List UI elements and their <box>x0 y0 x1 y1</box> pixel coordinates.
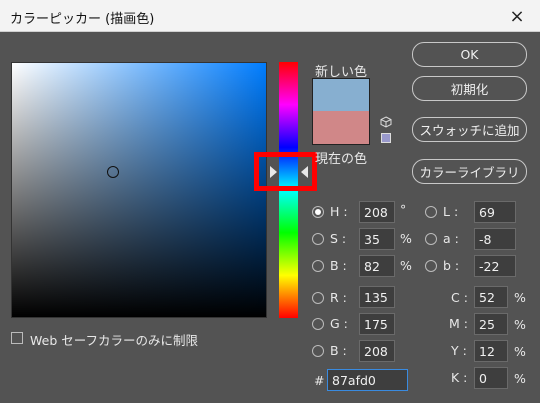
a-input[interactable]: -8 <box>474 228 516 250</box>
b-rgb-input[interactable]: 208 <box>359 340 395 362</box>
window-title: カラーピッカー (描画色) <box>10 12 155 27</box>
s-label: S : <box>330 231 347 246</box>
color-library-button[interactable]: カラーライブラリ <box>412 159 527 184</box>
c-unit: % <box>514 290 526 305</box>
color-picker-cursor[interactable] <box>107 166 119 178</box>
y-label: Y : <box>451 343 467 358</box>
close-icon[interactable]: × <box>494 0 540 32</box>
hex-label: # <box>314 373 325 388</box>
m-unit: % <box>514 317 526 332</box>
b-hsb-unit: % <box>400 258 412 273</box>
r-input[interactable]: 135 <box>359 286 395 308</box>
a-radio[interactable] <box>425 233 437 245</box>
l-label: L : <box>443 204 459 219</box>
k-input[interactable]: 0 <box>474 367 508 389</box>
hex-input[interactable]: 87afd0 <box>327 369 408 391</box>
h-radio[interactable] <box>312 206 324 218</box>
b-hsb-label: B : <box>330 258 347 273</box>
b-lab-input[interactable]: -22 <box>474 255 516 277</box>
reset-button[interactable]: 初期化 <box>412 76 527 101</box>
b-rgb-radio[interactable] <box>312 345 324 357</box>
hue-slider-right-arrow-icon[interactable] <box>301 166 308 178</box>
color-field[interactable] <box>11 62 267 318</box>
y-input[interactable]: 12 <box>474 340 508 362</box>
l-input[interactable]: 69 <box>474 201 516 223</box>
c-input[interactable]: 52 <box>474 286 508 308</box>
cube-icon[interactable] <box>380 116 392 128</box>
c-label: C : <box>451 290 468 305</box>
r-label: R : <box>330 290 347 305</box>
s-radio[interactable] <box>312 233 324 245</box>
current-color-label: 現在の色 <box>315 152 368 167</box>
web-safe-swatch[interactable] <box>381 133 391 143</box>
b-hsb-input[interactable]: 82 <box>359 255 395 277</box>
web-safe-label: Web セーフカラーのみに制限 <box>30 333 198 348</box>
y-unit: % <box>514 344 526 359</box>
r-radio[interactable] <box>312 292 324 304</box>
h-unit: ° <box>400 202 407 217</box>
add-to-swatches-button[interactable]: スウォッチに追加 <box>412 117 527 142</box>
g-input[interactable]: 175 <box>359 313 395 335</box>
web-safe-checkbox[interactable] <box>11 332 23 344</box>
k-label: K : <box>451 370 468 385</box>
hue-slider-left-arrow-icon[interactable] <box>270 166 277 178</box>
s-unit: % <box>400 231 412 246</box>
new-color-swatch <box>312 78 370 111</box>
b-lab-radio[interactable] <box>425 260 437 272</box>
g-label: G : <box>330 316 348 331</box>
h-label: H : <box>330 204 348 219</box>
b-lab-label: b : <box>443 258 460 273</box>
m-label: M : <box>449 316 468 331</box>
m-input[interactable]: 25 <box>474 313 508 335</box>
b-hsb-radio[interactable] <box>312 260 324 272</box>
h-input[interactable]: 208 <box>359 201 395 223</box>
l-radio[interactable] <box>425 206 437 218</box>
current-color-swatch[interactable] <box>312 111 370 145</box>
a-label: a : <box>443 231 459 246</box>
ok-button[interactable]: OK <box>412 42 527 67</box>
k-unit: % <box>514 371 526 386</box>
s-input[interactable]: 35 <box>359 228 395 250</box>
title-bar: カラーピッカー (描画色) × <box>0 0 540 32</box>
g-radio[interactable] <box>312 318 324 330</box>
b-rgb-label: B : <box>330 343 347 358</box>
